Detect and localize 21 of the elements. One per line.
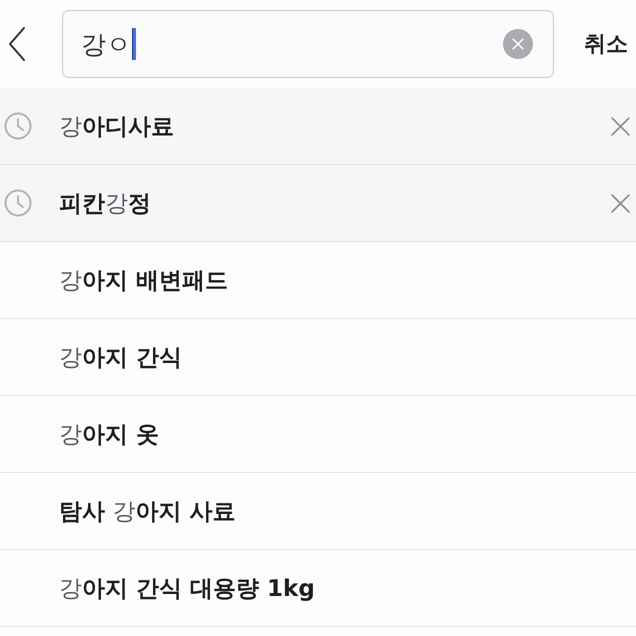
recent-search-text: 강아디사료 — [59, 112, 174, 142]
recent-search-text: 피칸강정 — [59, 190, 151, 218]
search-query-text: 강ㅇ — [81, 32, 131, 56]
clear-button[interactable] — [503, 29, 533, 59]
suggestion-text: 강아지 간식 대용량 1kg — [59, 574, 315, 604]
close-icon — [610, 192, 630, 214]
suggestion-text: 강아지 간식 — [59, 344, 182, 372]
text-cursor-icon — [132, 28, 136, 60]
cancel-button[interactable]: 취소 — [584, 29, 628, 59]
recent-search-item[interactable]: 강아디사료 — [0, 88, 636, 165]
back-icon — [7, 26, 27, 62]
close-icon — [610, 116, 630, 136]
remove-button[interactable] — [608, 114, 632, 138]
clock-icon — [4, 189, 32, 217]
clock-icon — [4, 112, 32, 140]
recent-search-item[interactable]: 피칸강정 — [0, 165, 636, 242]
search-field[interactable]: 강ㅇ — [62, 10, 554, 78]
suggestion-text: 강아지 배변패드 — [59, 266, 228, 296]
close-icon — [512, 38, 524, 50]
suggestion-text: 탐사 강아지 사료 — [59, 498, 236, 526]
suggestion-text: 강아지 옷 — [59, 420, 160, 450]
